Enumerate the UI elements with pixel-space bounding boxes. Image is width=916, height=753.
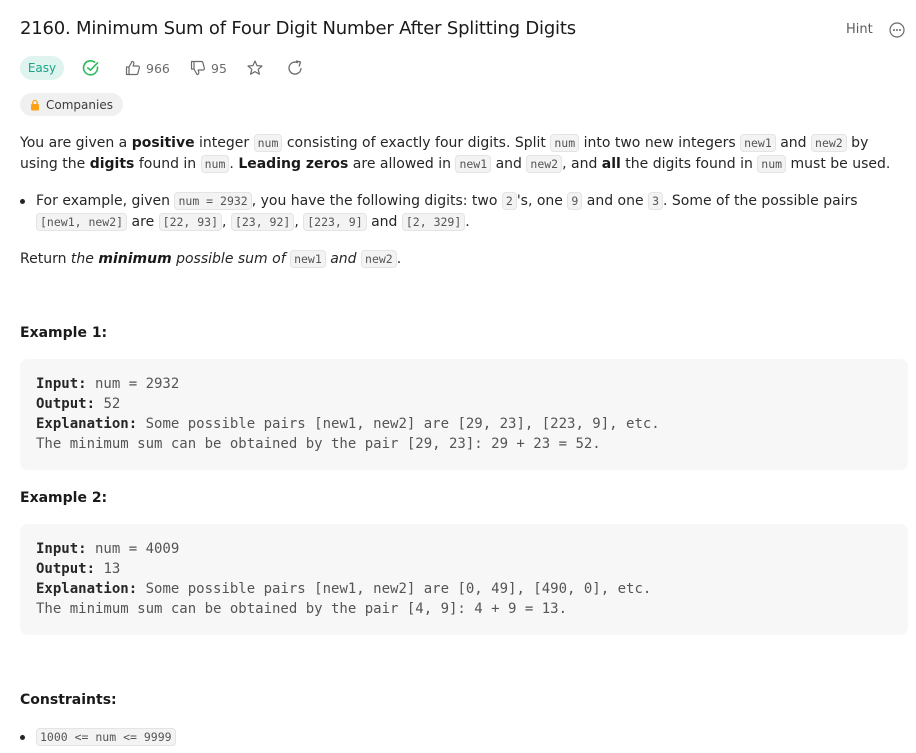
text-run: , [222,214,231,230]
constraints-title: Constraints: [20,692,117,708]
inline-code: num [757,155,787,173]
description-paragraph-2: Return the minimum possible sum of new1 … [20,249,900,270]
input-value: num = 2932 [86,376,180,392]
explanation-text: Some possible pairs [new1, new2] are [29… [137,416,660,432]
inline-code: new1 [740,134,776,152]
example-1-code: Input: num = 2932 Output: 52 Explanation… [36,374,660,454]
constraint-code: 1000 <= num <= 9999 [36,728,176,746]
text-run: and [775,135,812,151]
star-icon [247,60,263,75]
text-run: . [229,156,239,172]
thumbs-down-icon [190,60,205,76]
text-run: and [491,156,527,172]
inline-code: 9 [567,192,583,210]
explanation-label: Explanation: [36,581,138,597]
bold-text: all [601,156,621,172]
text-run: Return [20,251,71,267]
input-value: num = 4009 [86,541,180,557]
bold-text: digits [89,156,135,172]
text-run: . [465,214,470,230]
emphasis-text: minimum [98,251,172,267]
output-value: 52 [95,396,121,412]
inline-code: num [550,134,580,152]
text-run: are [127,214,159,230]
output-value: 13 [95,561,121,577]
text-run: , you have the following digits: two [251,193,502,209]
bullet-text: For example, given num = 2932, you have … [36,191,900,233]
text-run: and [366,214,402,230]
inline-code: 2 [501,192,517,210]
explanation-label: Explanation: [36,416,138,432]
text-run: , and [562,156,602,172]
example-1-title: Example 1: [20,325,108,341]
example-2-title: Example 2: [20,490,108,506]
output-label: Output: [36,396,96,412]
lock-icon [31,99,39,110]
solved-status [82,56,100,80]
text-run: , [294,214,304,230]
inline-code: num [200,155,230,173]
check-circle-icon [82,59,99,76]
companies-tag[interactable]: Companies [20,93,123,116]
inline-code: [23, 92] [230,213,295,231]
favorite-button[interactable] [246,56,264,80]
bold-text: positive [131,135,195,151]
bullet-dot [20,735,25,740]
hint-button[interactable]: Hint [846,22,873,37]
text-run: 's, one [516,193,568,209]
inline-code: new1 [455,155,492,173]
example-2-code: Input: num = 4009 Output: 13 Explanation… [36,539,651,619]
bullet-dot [20,199,25,204]
inline-code: new2 [811,134,847,152]
constraint-text-wrap: 1000 <= num <= 9999 [36,727,900,748]
dislike-count: 95 [211,60,227,76]
inline-code: [2, 329] [401,213,466,231]
description-paragraph-1: You are given a positive integer num con… [20,133,900,175]
thumbs-up-icon [125,60,140,76]
explanation-text: Some possible pairs [new1, new2] are [0,… [137,581,652,597]
inline-code: [22, 93] [158,213,223,231]
dislike-button[interactable]: 95 [189,56,227,80]
inline-code: num [253,134,283,152]
text-run: must be used. [786,156,891,172]
text-run: found in [134,156,201,172]
companies-label: Companies [46,97,113,112]
inline-code: new1 [290,250,326,268]
example-2-box: Input: num = 4009 Output: 13 Explanation… [20,524,908,635]
inline-code: num = 2932 [174,192,252,210]
text-run: . Some of the possible pairs [663,193,858,209]
more-options-icon[interactable] [889,22,905,38]
text-run: into two new integers [579,135,741,151]
text-run: . [396,251,402,267]
bold-text: Leading zeros [238,156,349,172]
text-run: consisting of exactly four digits. Split [282,135,551,151]
like-button[interactable]: 966 [124,56,170,80]
inline-code: [223, 9] [303,213,367,231]
inline-code: 3 [648,192,663,210]
italic-text: and [325,251,362,267]
inline-code: new2 [526,155,563,173]
explanation-text-2: The minimum sum can be obtained by the p… [36,436,601,452]
input-label: Input: [36,541,87,557]
text-run: and one [582,193,649,209]
like-count: 966 [146,60,170,76]
text-run: For example, given [36,193,175,209]
text-run: the digits found in [620,156,758,172]
difficulty-badge: Easy [20,56,64,80]
share-button[interactable] [286,56,304,80]
text-run: You are given a [20,135,132,151]
explanation-text-2: The minimum sum can be obtained by the p… [36,601,568,617]
italic-text: the [70,251,99,267]
input-label: Input: [36,376,87,392]
example-1-box: Input: num = 2932 Output: 52 Explanation… [20,359,908,470]
inline-code: [new1, new2] [36,213,128,231]
text-run: are allowed in [348,156,456,172]
problem-title: 2160. Minimum Sum of Four Digit Number A… [20,18,576,39]
inline-code: new2 [361,250,397,268]
share-icon [288,60,302,75]
text-run: integer [194,135,254,151]
italic-text: possible sum of [171,251,291,267]
output-label: Output: [36,561,96,577]
